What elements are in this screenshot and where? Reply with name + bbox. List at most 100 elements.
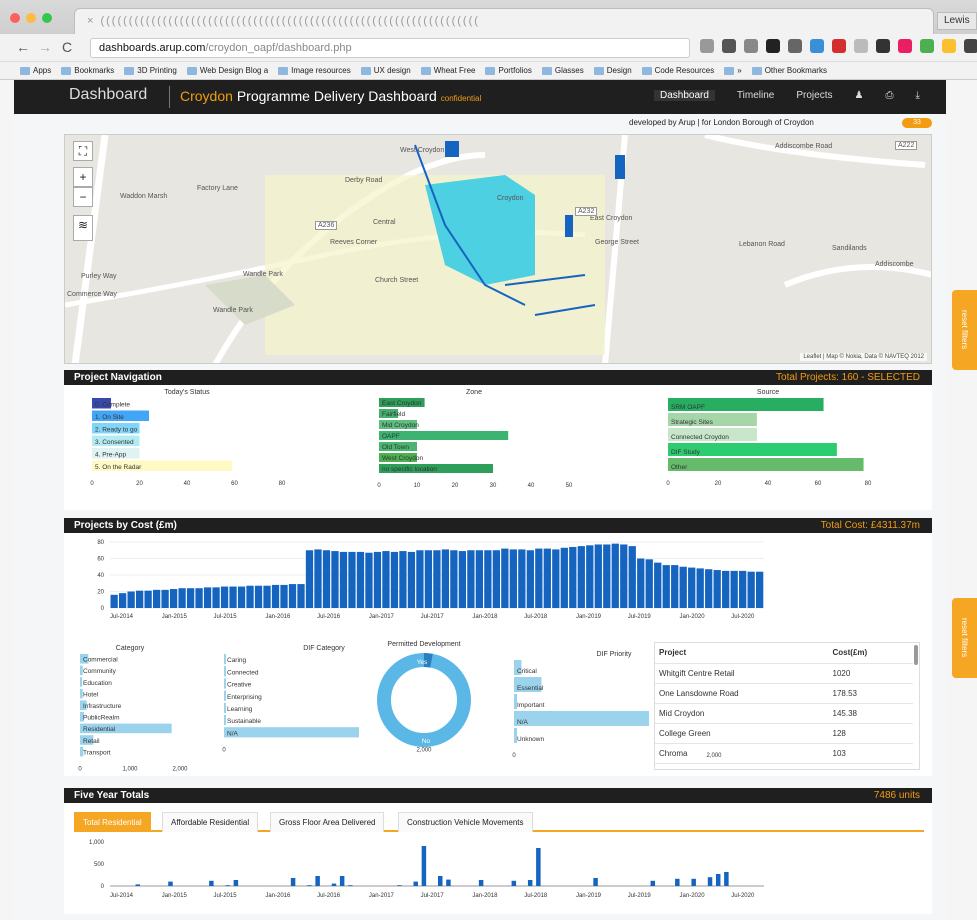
bookmark-item[interactable]: UX design: [360, 62, 411, 79]
five-year-bar[interactable]: [315, 876, 320, 886]
profile-button[interactable]: Lewis: [937, 12, 977, 30]
reset-filters-button[interactable]: reset filters: [952, 290, 977, 370]
fullscreen-icon[interactable]: ⛶: [73, 141, 93, 161]
five-year-bar[interactable]: [724, 872, 729, 886]
reset-filters-button[interactable]: reset filters: [952, 598, 977, 678]
donut-no-slice[interactable]: [377, 653, 471, 747]
zoom-out-button[interactable]: −: [73, 187, 93, 207]
bookmark-item[interactable]: Portfolios: [485, 62, 532, 79]
row-bar[interactable]: [224, 727, 359, 738]
cost-bar[interactable]: [484, 550, 492, 608]
cost-bar[interactable]: [356, 551, 365, 608]
reload-icon[interactable]: C: [62, 39, 72, 55]
user-icon[interactable]: ♟: [854, 90, 863, 101]
nav-projects[interactable]: Projects: [796, 90, 832, 101]
close-window-button[interactable]: [10, 13, 20, 23]
table-row[interactable]: Mid Croydon 145.38: [655, 703, 913, 724]
cost-bar[interactable]: [416, 550, 424, 608]
five-year-bar[interactable]: [438, 876, 443, 886]
cost-bar[interactable]: [441, 549, 450, 608]
row-bar[interactable]: [224, 666, 226, 677]
bookmark-item[interactable]: Other Bookmarks: [751, 62, 827, 79]
cost-bar[interactable]: [135, 590, 144, 608]
five-year-bar[interactable]: [168, 881, 173, 886]
cost-bar[interactable]: [458, 551, 467, 608]
browser-tab[interactable]: × ((((((((((((((((((((((((((((((((((((((…: [74, 8, 934, 34]
five-year-bar[interactable]: [348, 885, 353, 886]
ext-circle-icon[interactable]: [744, 39, 758, 53]
forward-arrow-icon[interactable]: →: [38, 39, 52, 55]
zoom-window-button[interactable]: [42, 13, 52, 23]
back-arrow-icon[interactable]: ←: [16, 39, 30, 55]
cost-bar[interactable]: [373, 551, 382, 608]
cost-bar[interactable]: [195, 588, 203, 608]
ext-m-icon[interactable]: [766, 39, 780, 53]
nav-dashboard[interactable]: Dashboard: [654, 90, 715, 101]
col-cost[interactable]: Cost(£m): [828, 643, 913, 664]
ext-doc-icon[interactable]: [810, 39, 824, 53]
cost-bar[interactable]: [654, 562, 662, 608]
ext-color-icon[interactable]: [898, 39, 912, 53]
bookmark-item[interactable]: Image resources: [278, 62, 351, 79]
five-year-bar[interactable]: [675, 878, 680, 886]
address-input[interactable]: dashboards.arup.com/croydon_oapf/dashboa…: [90, 38, 690, 58]
cost-bar[interactable]: [679, 566, 687, 608]
minimize-window-button[interactable]: [26, 13, 36, 23]
table-row[interactable]: One Lansdowne Road 178.53: [655, 683, 913, 704]
five-year-bar[interactable]: [290, 878, 296, 886]
row-bar[interactable]: [224, 690, 226, 701]
five-year-bar[interactable]: [446, 879, 451, 886]
cost-bar[interactable]: [280, 584, 288, 608]
table-scrollbar[interactable]: [914, 645, 918, 665]
cost-bar[interactable]: [552, 549, 560, 608]
cost-bar[interactable]: [509, 549, 517, 608]
cost-bar[interactable]: [713, 570, 721, 608]
cost-bar[interactable]: [314, 549, 322, 608]
cost-bar[interactable]: [560, 547, 568, 608]
notification-badge[interactable]: 33: [902, 118, 932, 128]
row-bar[interactable]: [224, 702, 226, 713]
row-bar[interactable]: [514, 711, 649, 726]
map-canvas[interactable]: [65, 135, 932, 364]
cost-bar[interactable]: [594, 544, 602, 608]
cost-bar[interactable]: [722, 570, 730, 608]
cost-bar[interactable]: [237, 586, 246, 608]
bookmark-item[interactable]: Bookmarks: [61, 62, 114, 79]
cost-bar[interactable]: [348, 551, 356, 608]
cost-bar[interactable]: [144, 590, 152, 608]
cost-bar[interactable]: [169, 589, 178, 608]
cost-bar[interactable]: [382, 551, 390, 608]
zoom-in-button[interactable]: +: [73, 167, 93, 187]
bookmark-item[interactable]: Design: [593, 62, 632, 79]
five-year-bar[interactable]: [536, 848, 541, 886]
five-year-bar[interactable]: [691, 878, 696, 886]
cost-bar[interactable]: [696, 568, 704, 608]
cost-bar[interactable]: [220, 586, 229, 608]
cost-bar[interactable]: [339, 551, 348, 608]
app-title[interactable]: Dashboard: [69, 86, 147, 104]
five-year-bar[interactable]: [397, 885, 402, 886]
cost-bar[interactable]: [492, 550, 501, 608]
five-year-bar[interactable]: [650, 880, 656, 886]
cost-bar[interactable]: [331, 551, 339, 608]
five-year-bar[interactable]: [209, 880, 214, 886]
five-year-bar[interactable]: [331, 883, 337, 886]
project-map[interactable]: ⛶ + − ≋ West Croydon Croydon Waddon Mars…: [64, 134, 932, 364]
cost-bar[interactable]: [577, 546, 585, 608]
cost-bar[interactable]: [229, 586, 237, 608]
cost-bar[interactable]: [365, 552, 373, 608]
tab-total-residential[interactable]: Total Residential: [74, 812, 151, 832]
ext-f-icon[interactable]: [788, 39, 802, 53]
five-year-bar[interactable]: [593, 878, 598, 886]
shield-icon[interactable]: [722, 39, 736, 53]
cost-bar[interactable]: [688, 567, 696, 608]
cost-bar[interactable]: [322, 550, 331, 608]
five-year-bar[interactable]: [413, 881, 418, 886]
cost-bar[interactable]: [263, 585, 271, 608]
ext-grid-icon[interactable]: [854, 39, 868, 53]
five-year-bar[interactable]: [225, 885, 230, 886]
bookmark-item[interactable]: Web Design Blog a: [186, 62, 268, 79]
star-icon[interactable]: [700, 39, 714, 53]
five-year-bar[interactable]: [715, 874, 721, 886]
bookmark-item[interactable]: 3D Printing: [124, 62, 177, 79]
